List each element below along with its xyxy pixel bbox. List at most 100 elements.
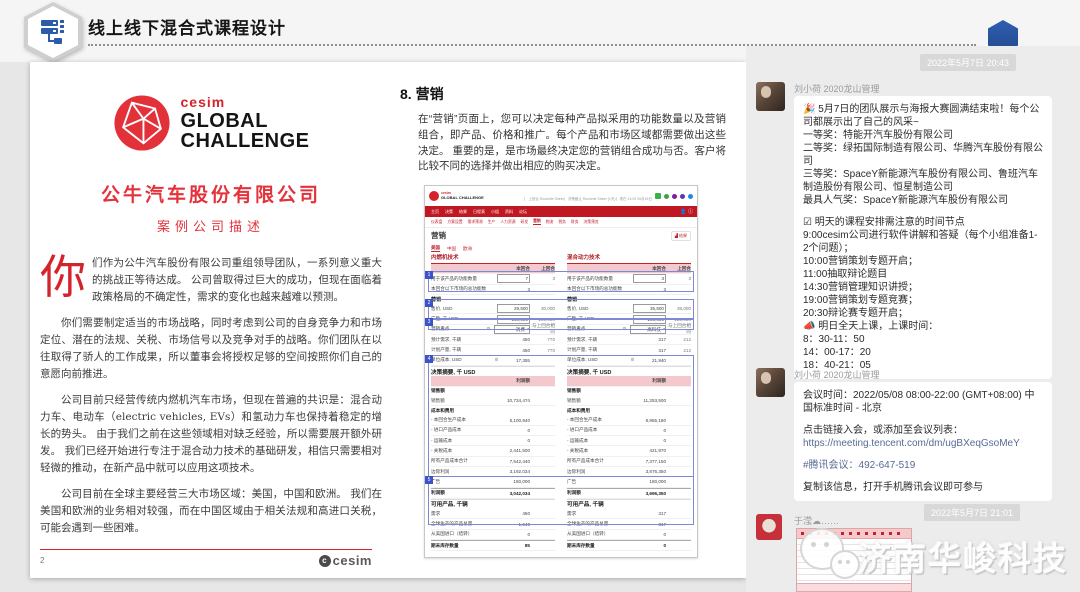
document-body: 你们作为公牛汽车股份有限公司重组领导团队，一系列意义重大的挑战正等待达成。 公司… [40, 255, 382, 537]
message-line: 会议时间：2022/05/08 08:00-22:00 (GMT+08:00) … [803, 389, 1043, 415]
table-row: - 进口产品成本 0 [567, 426, 691, 436]
avatar[interactable] [756, 368, 785, 397]
brand-line2: CHALLENGE [181, 131, 310, 151]
row-value-current: 450 [500, 348, 530, 353]
row-label: 利润额 [431, 490, 493, 496]
section-heading: 8. 营销 [400, 84, 734, 104]
table-row: 决策摘要, 千 USD [431, 366, 555, 376]
row-value-current[interactable]: 150,000 [497, 315, 530, 324]
nav-item[interactable]: 小组 [491, 209, 499, 215]
row-value-current[interactable]: 180,000 [633, 315, 666, 324]
subnav-item[interactable]: 财务 [571, 220, 579, 225]
table-row: - 本回合生产成本 6,955,180 [567, 415, 691, 425]
row-value-current: 421,970 [636, 448, 666, 453]
row-value-current[interactable]: 35,500 [633, 304, 666, 313]
nav-item[interactable]: 资料 [505, 209, 513, 215]
annotation-badge-4: 4 [425, 355, 433, 363]
annotation-badge-3: 3 [425, 318, 433, 326]
chat-panel: 2022年5月7日 20:43 刘小荷 2020龙山管理 🎉 5月7日的团队展示… [746, 46, 1080, 592]
row-value-current: 3,042,034 [500, 491, 530, 496]
thumbnail-table-header [797, 529, 911, 539]
nav-item[interactable]: 论坛 [519, 209, 527, 215]
company-title: 公牛汽车股份有限公司 [40, 180, 382, 207]
message-line: 📣 明日全天上课，上课时间： [803, 320, 1043, 333]
subnav-item[interactable]: 仪表盘 [431, 220, 442, 225]
table-row: 销售额 10,734,474 [431, 396, 555, 406]
row-label: - 运输成本 [431, 438, 493, 444]
sender-name: 刘小荷 2020龙山管理 [794, 82, 1072, 96]
row-value-current[interactable]: 消费 [494, 325, 530, 334]
row-label: - 本回合生产成本 [431, 417, 493, 423]
subnav-item[interactable]: 物流 [546, 220, 554, 225]
subnav-item[interactable]: 方案设置 [447, 220, 462, 225]
table-row: 单位成本, USD ⚙ 17,355 [431, 356, 555, 366]
chat-message-3: 于滢☁…… [754, 514, 1072, 528]
table-row: 计划产量, 千辆 450 770 [431, 345, 555, 355]
subnav-item[interactable]: 决策预览 [584, 220, 599, 225]
row-value-current: 6,955,180 [636, 418, 666, 423]
market-tab[interactable]: 欧洲 [463, 246, 472, 252]
row-value-previous: 3 [666, 276, 691, 281]
row-label: - 运输成本 [567, 438, 629, 444]
row-value-previous: 120,000 [666, 317, 691, 322]
table-row: 利润额 [567, 376, 691, 386]
row-value-current[interactable]: 3 [633, 274, 666, 283]
subnav-item[interactable]: 生产 [488, 220, 496, 225]
subnav-item[interactable]: 需求预测 [468, 220, 483, 225]
row-value-current: 3,192,034 [500, 469, 530, 474]
row-label: 预计需求, 千辆 [567, 337, 629, 343]
avatar[interactable] [756, 514, 782, 540]
subnav-item[interactable]: 营销 [533, 219, 541, 225]
row-label: 全球生产的产品总量 [431, 521, 493, 527]
cesim-logo: cesim GLOBAL CHALLENGE [40, 94, 382, 152]
table-row: 边际利润 3,192,034 [431, 467, 555, 477]
cesim-footer-logo: ccesim [319, 553, 372, 568]
row-value-current: 0 [500, 428, 530, 433]
row-label: 预计需求, 千辆 [431, 337, 493, 343]
row-value-current: 21,940 [636, 358, 666, 363]
column-hybrid-tech: 混合动力技术 本回合 上回合 用于该产品的功能数量 3 [567, 254, 691, 551]
table-row: 预计需求, 千辆 317 212 [567, 335, 691, 345]
message-line[interactable]: #腾讯会议：492-647-519 [803, 459, 1043, 472]
row-label: 成本和费用 [431, 408, 493, 414]
user-icon[interactable]: 👤 ⓘ [680, 208, 693, 215]
table-row: 广告 180,000 [567, 477, 691, 487]
table-row: 营销重点 ⚙ 消费 与上回合相同 [431, 325, 555, 335]
table-row: 本回合以下市场的总功能数 3 [431, 285, 555, 295]
user-info-segment: 决策截止 Rochelle Sheer (1天) [564, 197, 616, 201]
timestamp-badge: 2022年5月7日 20:43 [920, 54, 1016, 71]
message-line: 复制该信息，打开手机腾讯会议即可参与 [803, 481, 1043, 494]
page-title: 线上线下混合式课程设计 [88, 14, 286, 39]
message-line: 14:30营销管理知识讲授； [803, 281, 1043, 294]
nav-item[interactable]: 结果 [459, 209, 467, 215]
footer-rule [40, 549, 372, 550]
nav-item[interactable]: 决策 [445, 209, 453, 215]
table-row: - 关税成本 2,441,500 [431, 446, 555, 456]
subnav-item[interactable]: 税务 [558, 220, 566, 225]
row-value-previous: 与上回合相同 [530, 323, 555, 335]
row-value-current[interactable]: 7 [497, 274, 530, 283]
row-value-current[interactable]: 29,500 [497, 304, 530, 313]
table-row: 用于该产品的功能数量 3 3 [567, 274, 691, 284]
table-row: 计划产量, 千辆 317 212 [567, 345, 691, 355]
image-message-thumbnail[interactable] [796, 528, 912, 592]
nav-item[interactable]: 主页 [431, 209, 439, 215]
message-line[interactable]: https://meeting.tencent.com/dm/ugBXeqGso… [803, 437, 1043, 450]
row-label: 边际利润 [431, 469, 493, 475]
avatar[interactable] [756, 82, 785, 111]
table-row: 边际利润 3,876,350 [567, 467, 691, 477]
subnav-item[interactable]: 人力资源 [500, 220, 515, 225]
row-value-current[interactable]: 高科技 [630, 325, 666, 334]
row-label: 所有产品成本合计 [431, 458, 493, 464]
market-tab[interactable]: 美国 [431, 245, 440, 252]
market-tab[interactable]: 中国 [447, 246, 456, 252]
table-row: 本回合 上回合 [567, 264, 691, 274]
screenshot-sub-nav: 仪表盘方案设置 需求预测生产人力资源 研发营销物流税务财务决策预览 [425, 217, 697, 228]
gear-icon: ⚙ [485, 326, 492, 332]
row-value-previous: 212 [666, 337, 691, 342]
row-label: 营销重点 [567, 326, 621, 332]
results-button[interactable]: ▟ 结果 [671, 231, 691, 241]
row-value-current: 450 [500, 337, 530, 342]
nav-item[interactable]: 日程表 [473, 209, 485, 215]
subnav-item[interactable]: 研发 [521, 220, 529, 225]
